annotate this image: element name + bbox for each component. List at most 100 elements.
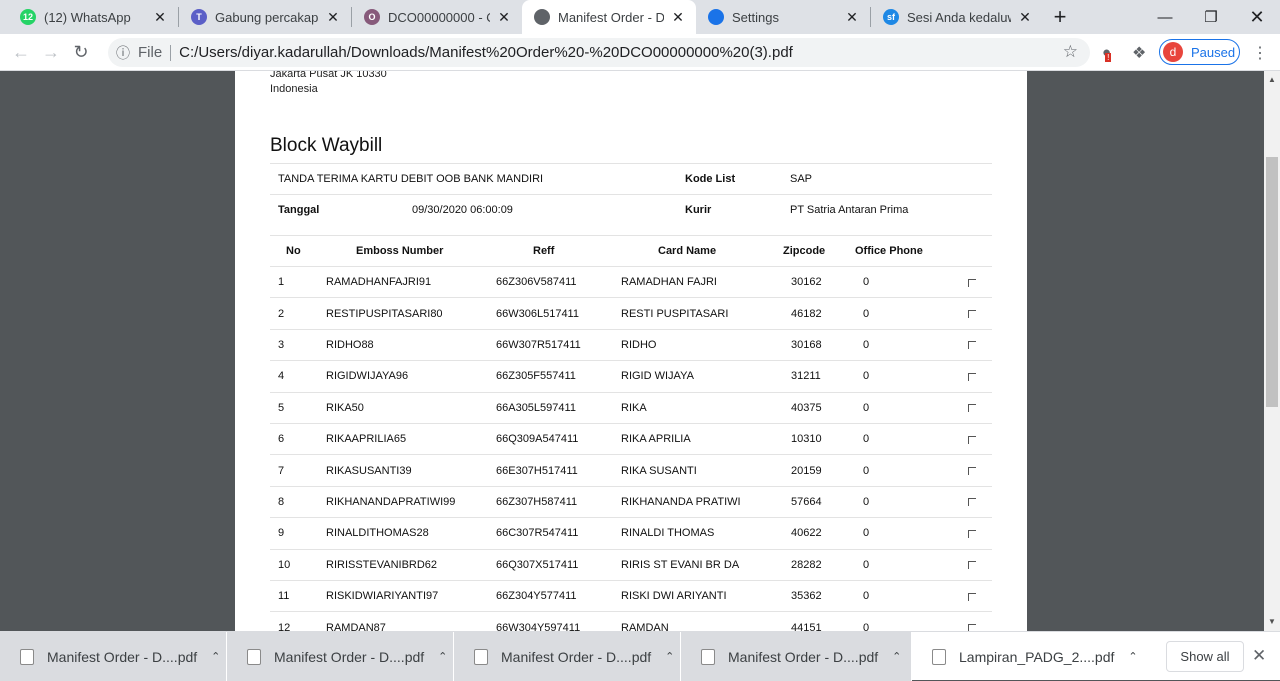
forward-icon[interactable]: → [36, 37, 66, 67]
restore-icon[interactable]: ❐ [1188, 0, 1234, 34]
address-bar[interactable]: ⓘ File C:/Users/diyar.kadarullah/Downloa… [108, 38, 1090, 67]
download-item[interactable]: Manifest Order - D....pdf ⌃ [0, 632, 227, 681]
checkbox-icon[interactable] [968, 435, 976, 444]
checkbox-icon[interactable] [968, 624, 976, 631]
table-cell: 40622 [783, 517, 855, 550]
download-item[interactable]: Manifest Order - D....pdf ⌃ [681, 632, 912, 681]
table-cell: RIGIDWIJAYA96 [318, 360, 488, 393]
table-cell: 12 [270, 611, 318, 631]
download-item[interactable]: Manifest Order - D....pdf ⌃ [454, 632, 681, 681]
download-item[interactable]: Manifest Order - D....pdf ⌃ [227, 632, 454, 681]
tanggal-value: 09/30/2020 06:00:09 [412, 204, 513, 216]
close-tab-icon[interactable]: ✕ [1017, 9, 1033, 26]
table-cell: 66W306L517411 [488, 297, 613, 330]
table-cell: RAMDAN87 [318, 611, 488, 631]
tab-3[interactable]: O DCO00000000 - Odo ✕ [352, 0, 522, 34]
tab-1[interactable]: 12 (12) WhatsApp ✕ [8, 0, 178, 34]
table-cell: RIKA APRILIA [613, 422, 783, 455]
extension-blocked-icon[interactable]: ●! [1102, 34, 1112, 71]
column-header: Office Phone [855, 235, 952, 267]
avatar: d [1163, 42, 1183, 62]
tab-6[interactable]: sf Sesi Anda kedaluwar ✕ [871, 0, 1043, 34]
row-checkbox[interactable] [952, 328, 992, 361]
row-checkbox[interactable] [952, 611, 992, 631]
download-filename: Manifest Order - D....pdf [47, 648, 198, 665]
globe-icon [534, 9, 550, 25]
pdf-viewport[interactable]: Jakarta Pusat JK 10330 Indonesia Block W… [0, 71, 1264, 631]
table-cell: 0 [855, 517, 952, 550]
checkbox-icon[interactable] [968, 467, 976, 476]
meta-row-1: TANDA TERIMA KARTU DEBIT OOB BANK MANDIR… [270, 163, 992, 194]
close-tab-icon[interactable]: ✕ [325, 9, 341, 26]
table-cell: 0 [855, 391, 952, 424]
close-tab-icon[interactable]: ✕ [496, 9, 512, 26]
chevron-up-icon[interactable]: ⌃ [211, 650, 220, 663]
menu-dots-icon[interactable]: ⋮ [1252, 34, 1268, 71]
extensions-puzzle-icon[interactable]: ❖ [1132, 34, 1146, 71]
checkbox-icon[interactable] [968, 498, 976, 507]
row-checkbox[interactable] [952, 579, 992, 612]
row-checkbox[interactable] [952, 517, 992, 550]
scroll-up-icon[interactable]: ▲ [1264, 75, 1280, 84]
close-tab-icon[interactable]: ✕ [152, 9, 168, 26]
row-checkbox[interactable] [952, 391, 992, 424]
table-cell: RIGID WIJAYA [613, 360, 783, 393]
row-checkbox[interactable] [952, 454, 992, 487]
tab-4[interactable]: Manifest Order - DC ✕ [522, 0, 696, 34]
back-icon[interactable]: ← [6, 37, 36, 67]
tab-title: Settings [732, 9, 779, 25]
download-item[interactable]: Lampiran_PADG_2....pdf ⌃ [912, 632, 1138, 681]
checkbox-icon[interactable] [968, 341, 976, 350]
row-checkbox[interactable] [952, 548, 992, 581]
table-row: 5 RIKA50 66A305L597411 RIKA 40375 0 [270, 391, 992, 424]
row-checkbox[interactable] [952, 422, 992, 455]
close-download-bar-icon[interactable]: ✕ [1252, 646, 1266, 666]
checkbox-icon[interactable] [968, 592, 976, 601]
profile-button[interactable]: d Paused [1159, 39, 1240, 65]
reload-icon[interactable]: ↻ [66, 37, 96, 67]
close-tab-icon[interactable]: ✕ [844, 9, 860, 26]
minimize-icon[interactable]: — [1142, 0, 1188, 34]
tab-5[interactable]: Settings ✕ [696, 0, 870, 34]
chevron-up-icon[interactable]: ⌃ [892, 650, 901, 663]
table-row: 2 RESTIPUSPITASARI80 66W306L517411 RESTI PU… [270, 297, 992, 330]
checkbox-icon[interactable] [968, 310, 976, 319]
column-header: Zipcode [783, 235, 855, 267]
close-tab-icon[interactable]: ✕ [670, 9, 686, 26]
bookmark-star-icon[interactable]: ☆ [1063, 42, 1078, 62]
checkbox-icon[interactable] [968, 372, 976, 381]
checkbox-icon[interactable] [968, 278, 976, 287]
scrollbar[interactable]: ▲ ▼ [1264, 71, 1280, 631]
new-tab-button[interactable]: + [1043, 0, 1077, 34]
url-text[interactable]: C:/Users/diyar.kadarullah/Downloads/Mani… [179, 44, 793, 61]
column-header: Card Name [613, 235, 783, 267]
row-checkbox[interactable] [952, 297, 992, 330]
table-row: 3 RIDHO88 66W307R517411 RIDHO 30168 0 [270, 328, 992, 361]
chevron-up-icon[interactable]: ⌃ [438, 650, 447, 663]
kode-list-value: SAP [790, 173, 813, 185]
table-cell: 0 [855, 611, 952, 631]
table-row: 6 RIKAAPRILIA65 66Q309A547411 RIKA APRILIA 1… [270, 422, 992, 455]
table-cell: 0 [855, 579, 952, 612]
show-all-button[interactable]: Show all [1166, 641, 1244, 672]
table-cell: 30168 [783, 328, 855, 361]
info-icon[interactable]: ⓘ [108, 43, 138, 63]
checkbox-icon[interactable] [968, 404, 976, 413]
checkbox-icon[interactable] [968, 529, 976, 538]
scrollbar-thumb[interactable] [1266, 157, 1278, 407]
page-title: Block Waybill [270, 135, 383, 156]
table-cell: 0 [855, 422, 952, 455]
chevron-up-icon[interactable]: ⌃ [665, 650, 674, 663]
table-row: 9 RINALDITHOMAS28 66C307R547411 RINALDI THO… [270, 517, 992, 550]
chevron-up-icon[interactable]: ⌃ [1128, 650, 1137, 663]
row-checkbox[interactable] [952, 265, 992, 298]
tab-2[interactable]: T Gabung percakapan ✕ [179, 0, 351, 34]
close-window-icon[interactable]: ✕ [1234, 0, 1280, 34]
kode-list-label: Kode List [685, 173, 736, 185]
row-checkbox[interactable] [952, 360, 992, 393]
tab-title: Sesi Anda kedaluwar [907, 9, 1011, 25]
checkbox-icon[interactable] [968, 561, 976, 570]
row-checkbox[interactable] [952, 485, 992, 518]
scroll-down-icon[interactable]: ▼ [1264, 617, 1280, 626]
table-cell: RAMADHAN FAJRI [613, 265, 783, 298]
